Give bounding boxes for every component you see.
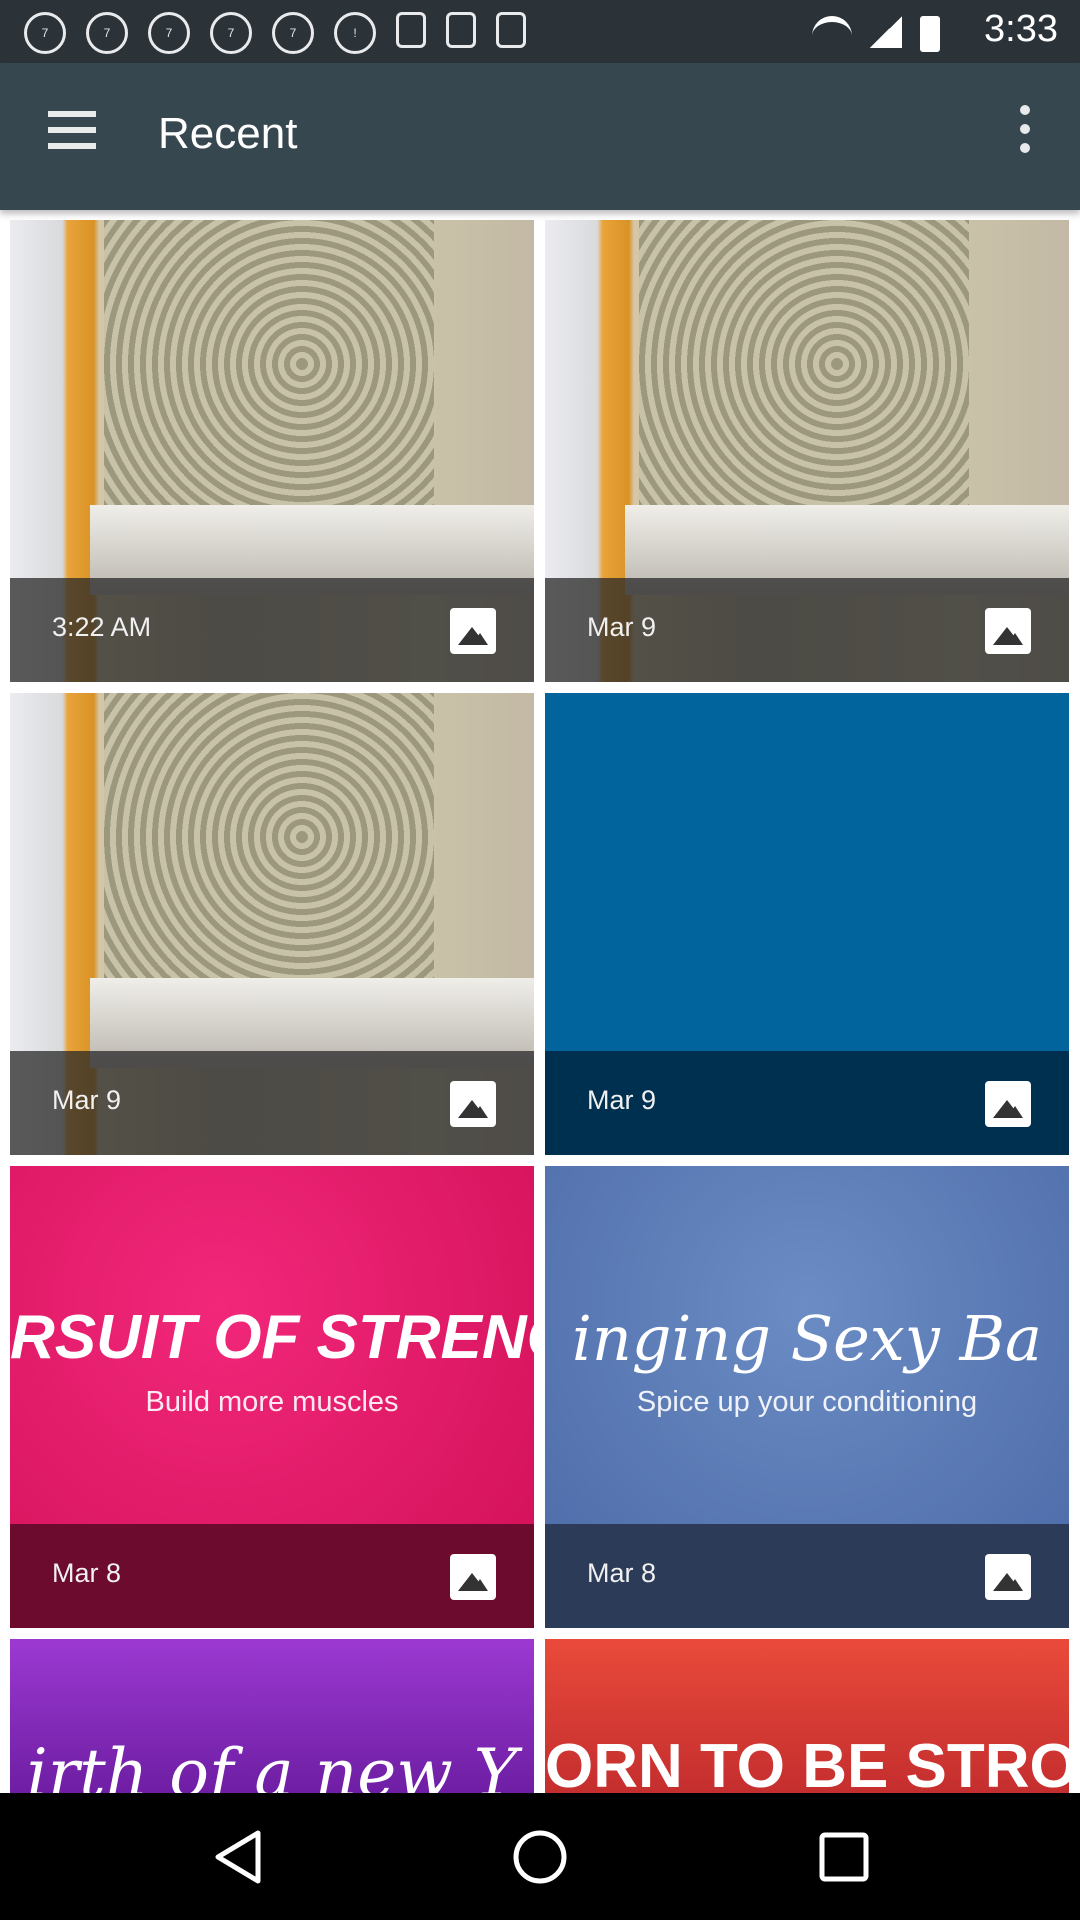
- abc7-icon: 7: [210, 12, 252, 54]
- satellite-icon: [396, 12, 426, 48]
- battery-icon: [920, 16, 940, 52]
- more-vert-icon: [1020, 105, 1030, 115]
- recent-apps-button[interactable]: [814, 1827, 874, 1887]
- tile-date: Mar 9: [587, 1085, 657, 1115]
- hamburger-icon: [48, 111, 96, 117]
- tile-date: Mar 8: [587, 1558, 657, 1588]
- recent-apps-icon: [819, 1832, 869, 1882]
- image-icon: [450, 1554, 496, 1600]
- abc7-icon: 7: [148, 12, 190, 54]
- abc7-icon: 7: [24, 12, 66, 54]
- image-icon: [450, 1081, 496, 1127]
- thumbnail-image: irth of a new Y: [10, 1639, 534, 1793]
- lock-icon: [446, 12, 476, 48]
- info-icon: !: [334, 12, 376, 54]
- home-icon: [513, 1830, 567, 1884]
- thumbnail-image: ORN TO BE STRON: [545, 1639, 1069, 1793]
- recent-tile[interactable]: Mar 9: [10, 693, 534, 1155]
- home-button[interactable]: [510, 1827, 570, 1887]
- image-icon: [985, 608, 1031, 654]
- image-icon: [985, 1081, 1031, 1127]
- recent-tile[interactable]: Mar 9: [545, 693, 1069, 1155]
- tile-caption: 3:22 AM: [10, 578, 534, 682]
- tile-caption: Mar 8: [545, 1524, 1069, 1628]
- tile-date: 3:22 AM: [52, 612, 152, 642]
- abc7-icon: 7: [86, 12, 128, 54]
- tile-caption: Mar 9: [545, 1051, 1069, 1155]
- thumbnail-banner: RSUIT OF STRENG: [10, 1303, 534, 1372]
- page-title: Recent: [158, 109, 298, 158]
- thumbnail-subtitle: Build more muscles: [145, 1386, 399, 1418]
- thumbnail-banner: ORN TO BE STRON: [545, 1732, 1069, 1793]
- abc7-icon: 7: [272, 12, 314, 54]
- recent-tile[interactable]: Mar 9: [545, 220, 1069, 682]
- signal-icon: [870, 16, 902, 48]
- image-icon: [985, 1554, 1031, 1600]
- recent-tile[interactable]: irth of a new Y: [10, 1639, 534, 1793]
- thumbnail-banner: inging Sexy Ba: [572, 1302, 1042, 1375]
- thumbnail-banner: irth of a new Y: [26, 1735, 518, 1793]
- notification-icons: 7 7 7 7 7 !: [24, 12, 526, 54]
- tile-caption: Mar 8: [10, 1524, 534, 1628]
- recent-tile[interactable]: RSUIT OF STRENG Build more muscles Mar 8: [10, 1166, 534, 1628]
- thumbnail-subtitle: Spice up your conditioning: [636, 1386, 978, 1418]
- tile-date: Mar 9: [587, 612, 657, 642]
- tile-date: Mar 8: [52, 1558, 122, 1588]
- status-bar: 7 7 7 7 7 ! 3:33: [0, 0, 1080, 63]
- back-button[interactable]: [210, 1827, 270, 1887]
- image-icon: [450, 608, 496, 654]
- back-icon: [215, 1830, 261, 1884]
- status-time: 3:33: [984, 8, 1058, 50]
- recent-tile[interactable]: ORN TO BE STRON: [545, 1639, 1069, 1793]
- more-options-button[interactable]: [1010, 105, 1040, 167]
- wifi-icon: [812, 16, 852, 48]
- tile-caption: Mar 9: [10, 1051, 534, 1155]
- recent-tile[interactable]: 3:22 AM: [10, 220, 534, 682]
- system-status-icons: [812, 16, 940, 52]
- tile-caption: Mar 9: [545, 578, 1069, 682]
- app-bar: Recent: [0, 63, 1080, 210]
- navigation-bar: [0, 1793, 1080, 1920]
- tile-date: Mar 9: [52, 1085, 122, 1115]
- menu-button[interactable]: [38, 111, 110, 165]
- android-icon: [496, 12, 526, 48]
- recent-tile[interactable]: inging Sexy Ba Spice up your conditionin…: [545, 1166, 1069, 1628]
